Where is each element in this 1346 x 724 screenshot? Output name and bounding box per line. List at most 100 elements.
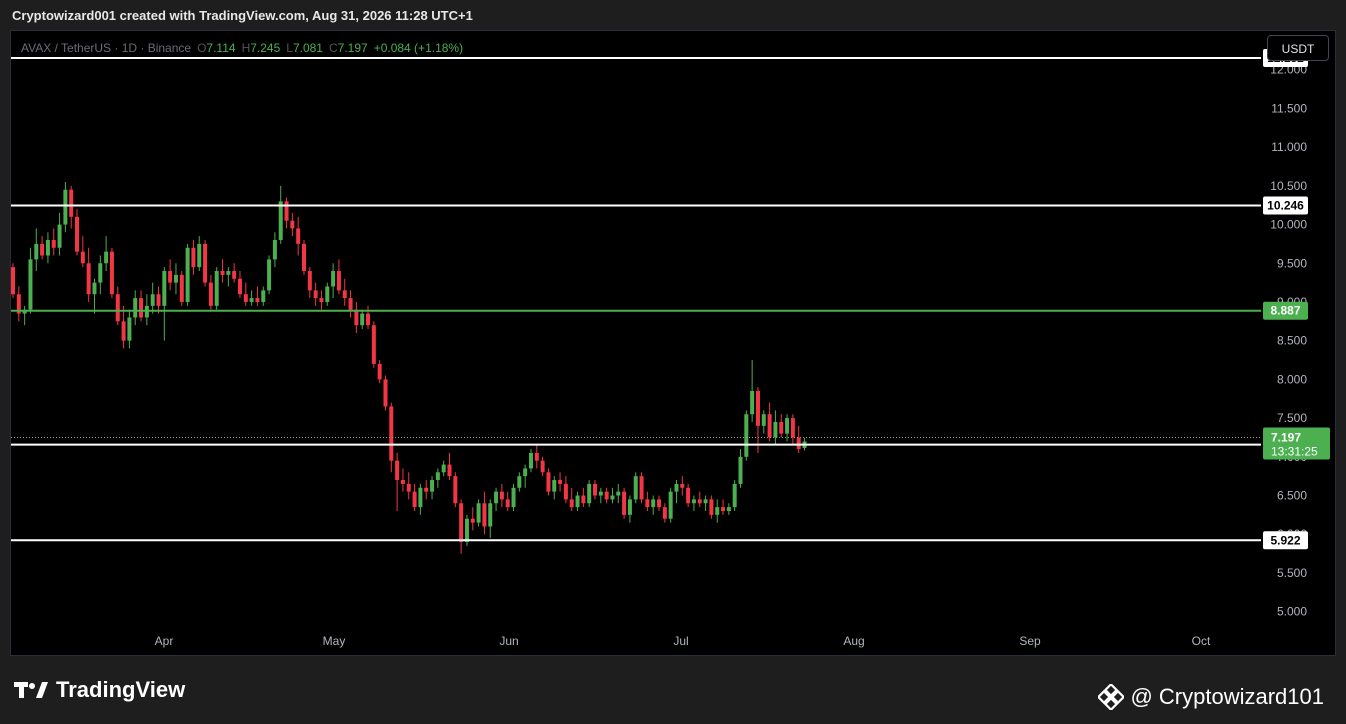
candle-body — [604, 491, 609, 500]
candle-body — [360, 313, 365, 326]
candle-body — [622, 491, 627, 515]
candle-body — [296, 228, 301, 244]
candle-body — [587, 483, 592, 504]
candle-body — [558, 480, 563, 484]
candle-body — [499, 491, 504, 500]
candle-body — [430, 480, 435, 492]
time-tick-label: May — [323, 634, 346, 648]
candle-body — [482, 503, 487, 527]
candle-body — [197, 243, 202, 268]
candle-body — [418, 487, 423, 508]
candle-body — [546, 472, 551, 492]
candle-body — [680, 483, 685, 488]
candle-body — [633, 476, 638, 500]
candle-body — [51, 240, 56, 248]
candle-body — [796, 437, 801, 450]
candle-body — [28, 259, 33, 310]
currency-button[interactable]: USDT — [1267, 35, 1329, 61]
candle-body — [540, 460, 545, 473]
candle-body — [208, 282, 213, 306]
candle-body — [441, 464, 446, 473]
candle-body — [773, 421, 778, 438]
handle-text: @ Cryptowizard101 — [1130, 684, 1324, 709]
time-tick-label: Oct — [1192, 634, 1211, 648]
candle-body — [272, 240, 277, 260]
price-tick-label: 8.500 — [1277, 334, 1307, 348]
chart-attribution: Cryptowizard001 created with TradingView… — [12, 8, 473, 23]
candle-body — [453, 476, 458, 504]
current-price-label: 7.197 — [1271, 431, 1301, 445]
candle-body — [755, 391, 760, 426]
candle-body — [255, 298, 260, 302]
candle-body — [185, 247, 190, 302]
candle-body — [173, 274, 178, 283]
candle-body — [232, 271, 237, 279]
candle-body — [284, 201, 289, 221]
candlestick-chart[interactable]: 12.00011.50011.00010.50010.0009.5009.000… — [11, 31, 1336, 656]
chart-panel[interactable]: 12.00011.50011.00010.50010.0009.5009.000… — [10, 30, 1336, 656]
candle-body — [494, 491, 499, 504]
candle-body — [505, 499, 510, 508]
candle-body — [319, 298, 324, 302]
candle-body — [447, 464, 452, 477]
candle-body — [214, 271, 219, 306]
change-value: +0.084 (+1.18%) — [373, 41, 464, 55]
candle-body — [86, 263, 91, 295]
candle-body — [261, 290, 266, 302]
price-tick-label: 10.000 — [1270, 218, 1307, 232]
candle-body — [703, 499, 708, 504]
price-tick-label: 6.500 — [1277, 489, 1307, 503]
price-tick-label: 5.000 — [1277, 605, 1307, 619]
candle-body — [45, 240, 50, 256]
candle-body — [348, 298, 353, 310]
candle-body — [162, 271, 167, 306]
candle-body — [133, 298, 138, 318]
candle-body — [168, 271, 173, 283]
candle-body — [389, 406, 394, 461]
candle-body — [668, 491, 673, 519]
candle-body — [302, 243, 306, 271]
candle-body — [109, 251, 114, 295]
close-key: C — [328, 41, 338, 55]
candle-body — [75, 216, 80, 252]
candle-body — [400, 480, 405, 484]
candle-body — [738, 456, 743, 484]
candle-body — [691, 499, 696, 504]
candle-body — [80, 251, 85, 264]
candle-body — [662, 507, 667, 519]
time-tick-label: Apr — [155, 634, 174, 648]
candle-body — [528, 452, 533, 469]
candle-body — [150, 294, 155, 306]
candle-body — [709, 499, 714, 515]
candle-body — [383, 379, 388, 407]
price-tick-label: 5.500 — [1277, 566, 1307, 580]
open-value: 7.114 — [206, 41, 236, 55]
level-price-label: 8.887 — [1270, 304, 1300, 318]
candle-body — [290, 220, 295, 229]
tradingview-brand: TradingView — [56, 677, 186, 702]
candle-body — [511, 487, 516, 508]
ohlc-legend: AVAX / TetherUS · 1D · Binance O7.114 H7.2… — [21, 41, 469, 55]
candle-body — [226, 271, 231, 275]
candle-body — [686, 487, 691, 504]
close-value: 7.197 — [337, 41, 368, 55]
candle-body — [115, 294, 120, 322]
candle-body — [657, 499, 662, 508]
candle-body — [57, 224, 62, 248]
candle-body — [645, 499, 650, 508]
candle-body — [69, 189, 74, 217]
candle-body — [220, 271, 225, 275]
candle-body — [575, 495, 580, 508]
candle-body — [104, 251, 109, 264]
low-key: L — [286, 41, 293, 55]
candle-body — [744, 414, 749, 457]
candle-body — [331, 271, 336, 287]
candle-body — [278, 201, 283, 241]
candle-body — [267, 259, 272, 291]
candle-body — [470, 518, 475, 523]
tradingview-logo: TradingView — [14, 677, 185, 703]
candle-body — [34, 243, 39, 260]
price-tick-label: 9.500 — [1277, 256, 1307, 270]
candle-body — [697, 499, 702, 504]
candle-body — [121, 321, 126, 341]
